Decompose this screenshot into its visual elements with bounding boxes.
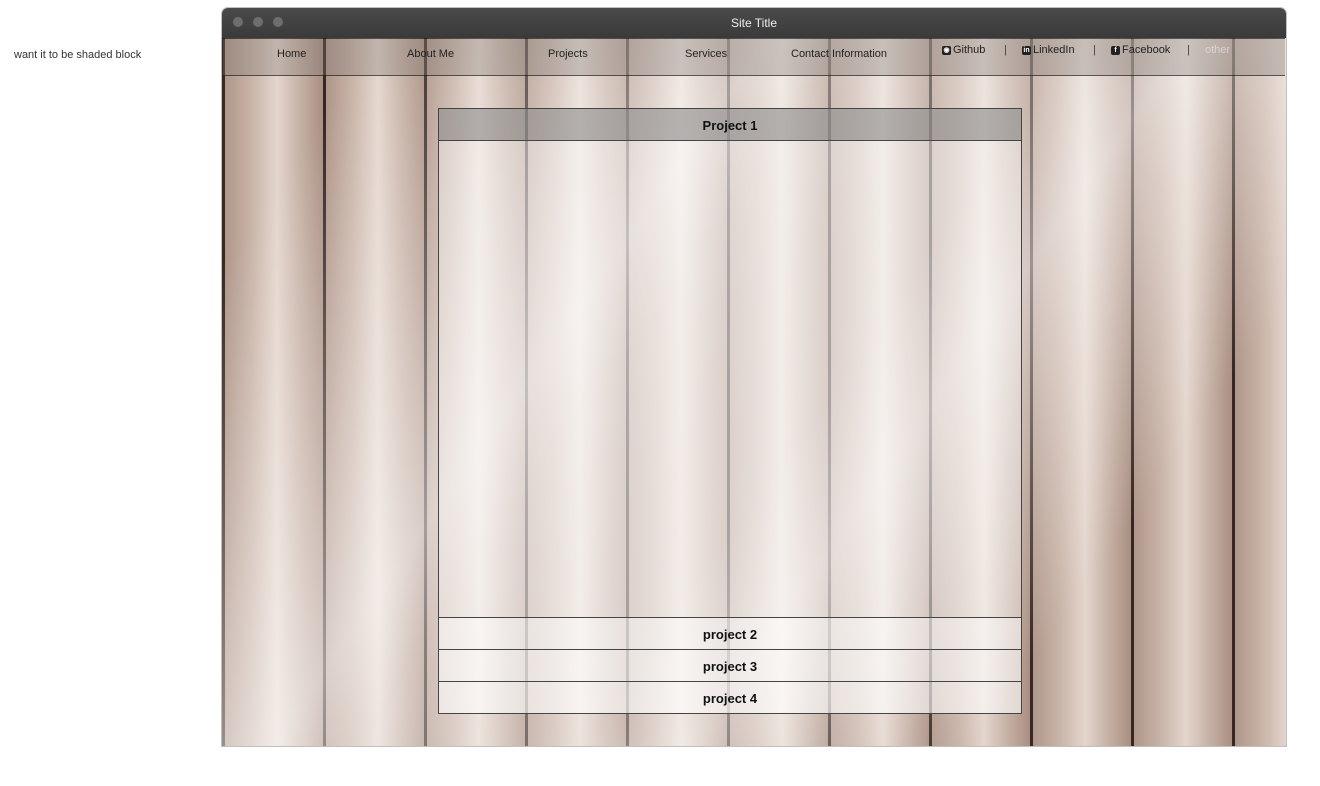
- nav-separator: |: [1187, 44, 1190, 56]
- nav-projects-link[interactable]: Projects: [548, 48, 588, 60]
- nav-about-link[interactable]: About Me: [407, 48, 454, 60]
- facebook-icon: f: [1111, 45, 1120, 55]
- browser-window: Site Title Home About Me Projects Servic…: [222, 8, 1286, 746]
- nav-bar: Home About Me Projects Services Contact …: [223, 38, 1285, 76]
- accordion-header-project-1[interactable]: Project 1: [438, 108, 1022, 141]
- linkedin-link[interactable]: in LinkedIn: [1022, 44, 1075, 56]
- nav-home-link[interactable]: Home: [277, 48, 306, 60]
- nav-services-link[interactable]: Services: [685, 48, 727, 60]
- github-link[interactable]: ◉ Github: [942, 44, 985, 56]
- accordion-header-project-2[interactable]: project 2: [438, 617, 1022, 650]
- accordion-header-project-3[interactable]: project 3: [438, 649, 1022, 682]
- accordion-header-project-4[interactable]: project 4: [438, 681, 1022, 714]
- nav-separator: |: [1004, 44, 1007, 56]
- accordion-panel-project-1: [438, 141, 1022, 618]
- nav-other-link[interactable]: other: [1205, 44, 1230, 56]
- window-titlebar: Site Title: [222, 8, 1286, 38]
- facebook-link[interactable]: f Facebook: [1111, 44, 1170, 56]
- window-title: Site Title: [730, 16, 778, 30]
- annotation-note: want it to be shaded block: [14, 49, 142, 61]
- page-content: Home About Me Projects Services Contact …: [222, 38, 1286, 746]
- nav-separator: |: [1093, 44, 1096, 56]
- nav-contact-link[interactable]: Contact Information: [791, 48, 887, 60]
- linkedin-icon: in: [1022, 45, 1031, 55]
- projects-accordion: Project 1 project 2 project 3 project 4: [438, 108, 1022, 714]
- github-icon: ◉: [942, 45, 951, 55]
